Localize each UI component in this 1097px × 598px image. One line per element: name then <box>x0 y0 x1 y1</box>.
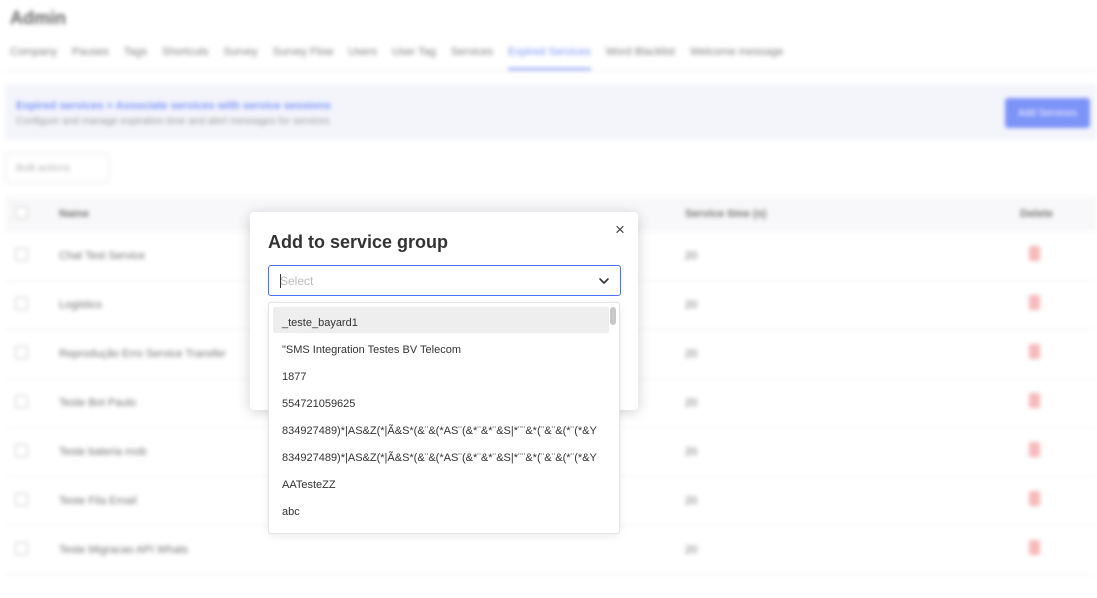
service-group-search-input[interactable] <box>280 273 580 289</box>
option-item[interactable]: 834927489)*|AS&Z(*|Ã&S*(&¨&(*AS¨(&*¨&*¨&… <box>273 415 609 441</box>
option-item[interactable]: abc <box>273 496 609 522</box>
text-caret <box>280 274 281 288</box>
option-item[interactable]: 1877 <box>273 361 609 387</box>
service-group-select[interactable] <box>268 265 621 296</box>
option-item[interactable]: AATesteZZ <box>273 469 609 495</box>
dropdown-scrollbar[interactable] <box>610 307 616 325</box>
option-item[interactable]: 834927489)*|AS&Z(*|Ã&S*(&¨&(*AS¨(&*¨&*¨&… <box>273 442 609 468</box>
option-item[interactable]: 554721059625 <box>273 388 609 414</box>
service-group-options-list: _teste_bayard1 "SMS Integration Testes B… <box>268 302 620 534</box>
option-item[interactable]: _teste_bayard1 <box>273 307 609 333</box>
close-icon[interactable]: × <box>612 221 628 239</box>
chevron-down-icon[interactable] <box>596 273 612 289</box>
modal-title: Add to service group <box>268 232 449 252</box>
option-item[interactable]: "SMS Integration Testes BV Telecom <box>273 334 609 360</box>
